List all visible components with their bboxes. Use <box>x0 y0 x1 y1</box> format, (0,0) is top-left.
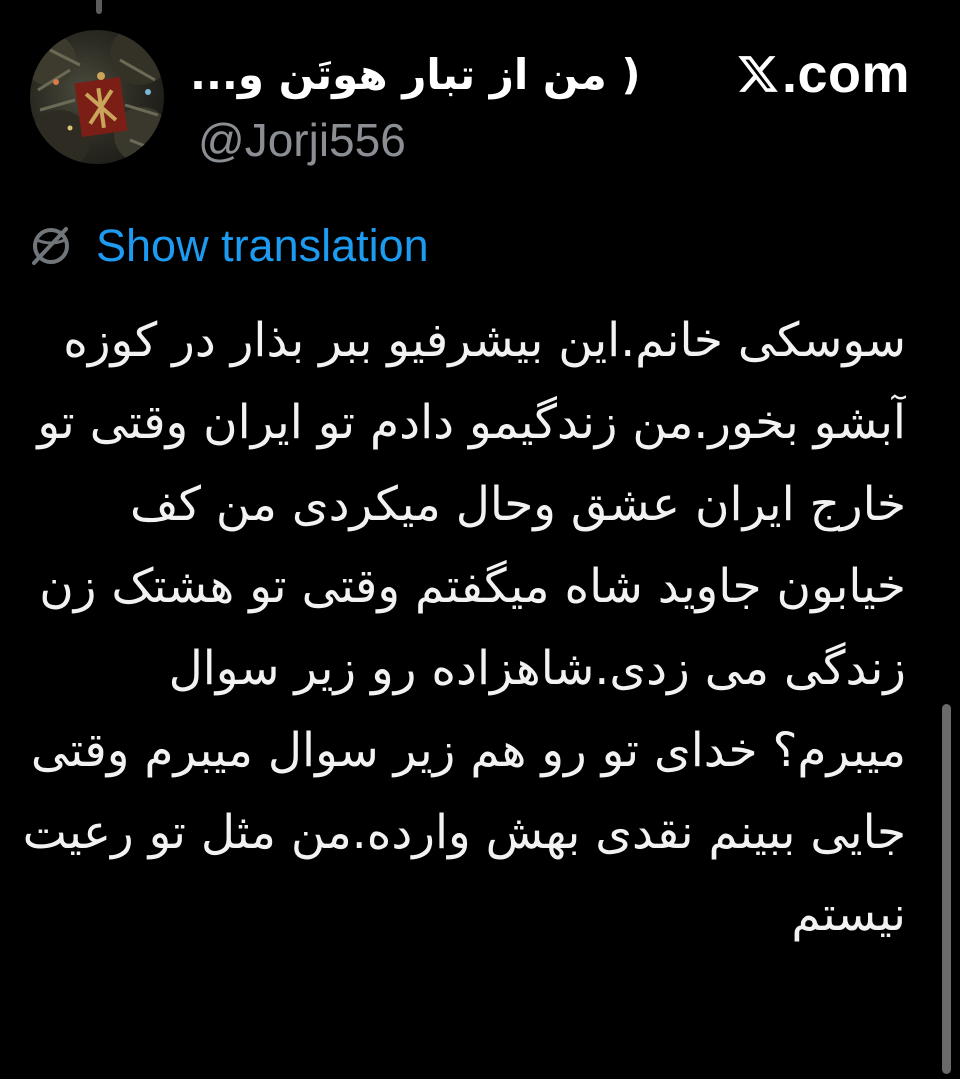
top-scroll-indicator <box>96 0 102 14</box>
globe-slash-icon <box>32 227 69 265</box>
show-translation-link[interactable]: Show translation <box>96 220 429 272</box>
scrollbar-thumb[interactable] <box>942 704 951 1074</box>
tweet-text: سوسکی خانم.این بیشرفیو ببر بذار در کوزه … <box>22 313 906 942</box>
show-translation-row[interactable]: Show translation <box>26 216 429 276</box>
display-name[interactable]: ( من از تبار هوتَن و... <box>190 44 678 106</box>
tweet-header: ( من از تبار هوتَن و... .com @Jorji556 <box>190 40 920 170</box>
avatar-image <box>30 30 164 164</box>
x-logo-icon <box>738 56 778 92</box>
avatar[interactable] <box>30 30 164 164</box>
brand-watermark: .com <box>736 40 910 108</box>
brand-label: .com <box>781 44 910 104</box>
user-handle[interactable]: @Jorji556 <box>198 112 406 168</box>
